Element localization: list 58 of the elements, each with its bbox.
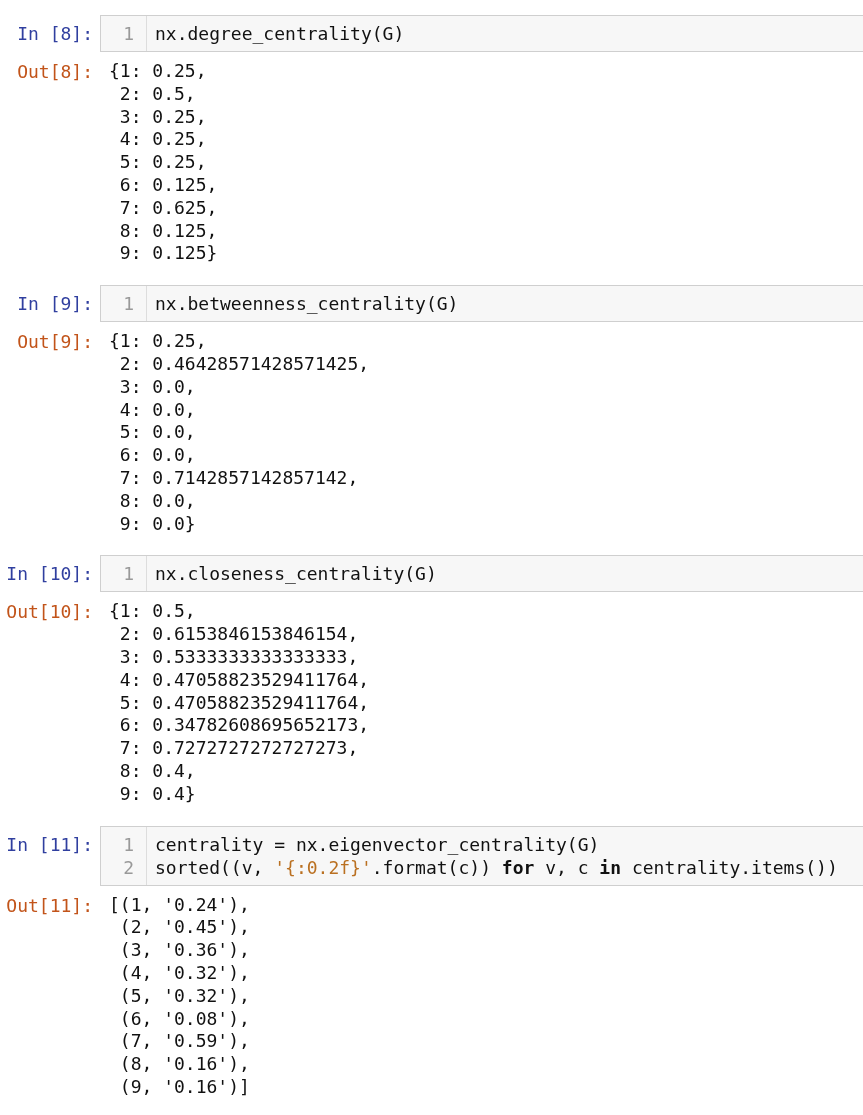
input-prompt: In [9]: [16,292,94,317]
output-line: 6: 0.125, [118,174,218,197]
code-line: nx.degree_centrality(G) [155,22,405,45]
output-line: 8: 0.0, [118,489,197,513]
output-line: 6: 0.0, [118,444,197,467]
output-line: 4: 0.47058823529411764, [118,668,370,692]
output-line: (6, '0.08'), [118,1007,250,1031]
output-line: 3: 0.0, [118,375,197,399]
output-line: (5, '0.32'), [118,984,250,1008]
output-prompt: Out[10]: [5,600,94,625]
output-line: 2: 0.46428571428571425, [118,352,370,376]
output-line: 9: 0.125} [118,242,218,266]
line-number: 1 [122,832,135,856]
output-line: 6: 0.34782608695652173, [118,714,370,738]
output-line: 3: 0.25, [118,105,208,129]
code-cell[interactable]: 1 nx.closeness_centrality(G) [100,555,863,593]
output-line: 5: 0.0, [118,421,197,445]
output-line: 4: 0.0, [118,398,197,422]
output-line: (9, '0.16')] [118,1075,250,1099]
input-prompt: In [11]: [5,832,94,857]
output-line: 7: 0.7142857142857142, [118,466,360,490]
output-line: 7: 0.7272727272727273, [118,737,360,760]
output-line: (8, '0.16'), [118,1053,250,1076]
code-cell[interactable]: 1 2 centrality = nx.eigenvector_centrality(G) sorted((v, '{:0.2f}'.format(c)) for v, c in centrality.items()) [100,825,863,886]
output-line: {1: 0.25, [109,60,208,83]
line-number: 2 [122,855,135,879]
output-line: 8: 0.125, [118,219,218,243]
output-line: 3: 0.5333333333333333, [118,645,360,669]
output-line: 7: 0.625, [118,196,218,220]
line-number: 1 [122,292,135,316]
output-prompt: Out[11]: [5,893,94,918]
line-number: 1 [122,22,135,45]
output-line: (7, '0.59'), [118,1030,250,1054]
code-line: nx.betweenness_centrality(G) [155,292,459,316]
output-line: 9: 0.0} [118,512,197,536]
output-line: [(1, '0.24'), [109,893,250,917]
output-line: (2, '0.45'), [118,916,250,940]
output-line: 2: 0.5, [118,82,197,106]
output-line: 9: 0.4} [118,782,197,806]
output-line: {1: 0.25, [109,330,208,353]
output-line: (4, '0.32'), [118,961,250,985]
output-line: {1: 0.5, [109,600,197,624]
line-number: 1 [122,562,135,586]
code-cell[interactable]: 1 nx.betweenness_centrality(G) [100,285,863,323]
code-line: nx.closeness_centrality(G) [155,562,437,586]
code-cell[interactable]: 1 nx.degree_centrality(G) [100,15,863,52]
output-prompt: Out[8]: [16,60,94,84]
output-line: 5: 0.25, [118,151,208,174]
input-prompt: In [8]: [16,22,94,46]
output-line: (3, '0.36'), [118,939,250,962]
code-line: centrality = nx.eigenvector_centrality(G) [155,832,601,856]
code-line: sorted((v, '{:0.2f}'.format(c)) for v, c in centrality.items()) [155,855,838,879]
input-prompt: In [10]: [5,562,94,587]
output-line: 4: 0.25, [118,128,208,152]
output-line: 8: 0.4, [118,759,197,783]
output-line: 5: 0.47058823529411764, [118,691,370,715]
output-prompt: Out[9]: [16,330,94,355]
output-line: 2: 0.6153846153846154, [118,623,360,646]
